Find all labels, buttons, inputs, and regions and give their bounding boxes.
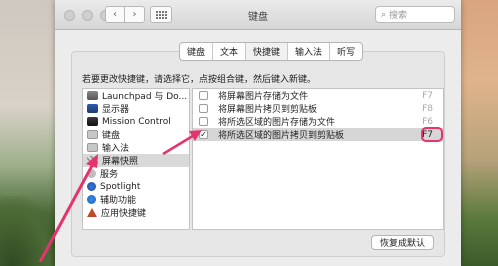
shortcut-checkbox[interactable] [199, 104, 208, 113]
shortcut-row[interactable]: 将屏幕图片存储为文件 F7 [193, 89, 443, 102]
category-label: 辅助功能 [100, 196, 137, 206]
shortcut-row[interactable]: ✓ 将所选区域的图片拷贝到剪贴板 F7 [193, 127, 443, 142]
category-label: 键盘 [102, 131, 121, 141]
display-icon [87, 104, 98, 113]
mission-control-icon [87, 117, 98, 126]
category-item[interactable]: 屏幕快照 [83, 154, 189, 167]
restore-defaults-button[interactable]: 恢复成默认 [370, 235, 434, 250]
shortcut-checkbox[interactable]: ✓ [199, 130, 208, 139]
shortcut-checkbox[interactable] [199, 117, 208, 126]
shortcut-row[interactable]: 将屏幕图片拷贝到剪贴板 F8 [193, 102, 443, 115]
category-label: 显示器 [102, 105, 130, 115]
launchpad-icon [87, 91, 98, 100]
category-label: 输入法 [102, 144, 130, 154]
category-label: Spotlight [100, 181, 141, 192]
shortcuts-panel: 若要更改快捷键，请选择它，点按组合键，然后键入新键。 Launchpad 与 D… [71, 51, 445, 257]
shortcut-key[interactable]: F7 [422, 91, 433, 101]
category-label: 服务 [100, 170, 119, 180]
shortcut-list: 将屏幕图片存储为文件 F7 将屏幕图片拷贝到剪贴板 F8 将所选区域的图片存储为文件 F6… [192, 88, 444, 230]
keyboard-icon [87, 130, 98, 139]
shortcut-key[interactable]: F6 [422, 117, 433, 127]
category-list: Launchpad 与 Do... 显示器 Mission Control 键盘输入法… [82, 88, 190, 230]
shortcut-label: 将屏幕图片存储为文件 [218, 92, 309, 102]
desktop-hill [0, 196, 60, 266]
shortcut-checkbox[interactable] [199, 91, 208, 100]
tab-1[interactable]: 文本 [213, 43, 247, 60]
accessibility-icon [87, 195, 96, 204]
category-item[interactable]: Spotlight [83, 180, 189, 193]
tab-bar: 键盘 文本 快捷键 输入法 听写 [179, 42, 364, 61]
search-placeholder: 搜索 [389, 11, 408, 21]
category-item[interactable]: 应用快捷键 [83, 206, 189, 219]
desktop-background-right [460, 0, 498, 266]
search-icon: ⌕ [381, 9, 387, 20]
category-item[interactable]: Launchpad 与 Do... [83, 89, 189, 102]
tab-0[interactable]: 键盘 [180, 43, 214, 60]
shortcut-key[interactable]: F8 [422, 104, 433, 114]
tab-3[interactable]: 输入法 [288, 43, 331, 60]
screenshot-icon [87, 156, 98, 165]
category-item[interactable]: 显示器 [83, 102, 189, 115]
tab-2[interactable]: 快捷键 [246, 43, 289, 60]
category-label: 应用快捷键 [101, 209, 147, 219]
category-label: Launchpad 与 Do... [102, 92, 188, 102]
shortcut-label: 将所选区域的图片拷贝到剪贴板 [218, 131, 345, 141]
title-bar: ‹ › 键盘 ⌕ 搜索 [55, 0, 461, 30]
search-field[interactable]: ⌕ 搜索 [375, 6, 455, 23]
category-item[interactable]: 辅助功能 [83, 193, 189, 206]
category-item[interactable]: 输入法 [83, 141, 189, 154]
category-label: Mission Control [102, 116, 171, 127]
instructions-text: 若要更改快捷键，请选择它，点按组合键，然后键入新键。 [82, 75, 317, 85]
shortcut-label: 将所选区域的图片存储为文件 [218, 118, 336, 128]
category-item[interactable]: 键盘 [83, 128, 189, 141]
keyboard-preferences-window: ‹ › 键盘 ⌕ 搜索 若要更改快捷键，请选择它，点按组合键，然后键入新键。 L… [55, 0, 461, 266]
tab-4[interactable]: 听写 [330, 43, 362, 60]
category-label: 屏幕快照 [102, 157, 139, 167]
category-item[interactable]: Mission Control [83, 115, 189, 128]
annotation-highlight-box [421, 127, 443, 142]
shortcut-row[interactable]: 将所选区域的图片存储为文件 F6 [193, 115, 443, 128]
app-shortcuts-icon [87, 208, 97, 217]
category-item[interactable]: 服务 [83, 167, 189, 180]
services-icon [87, 169, 96, 178]
input-method-icon [87, 143, 98, 152]
shortcut-label: 将屏幕图片拷贝到剪贴板 [218, 105, 318, 115]
spotlight-icon [87, 182, 96, 191]
